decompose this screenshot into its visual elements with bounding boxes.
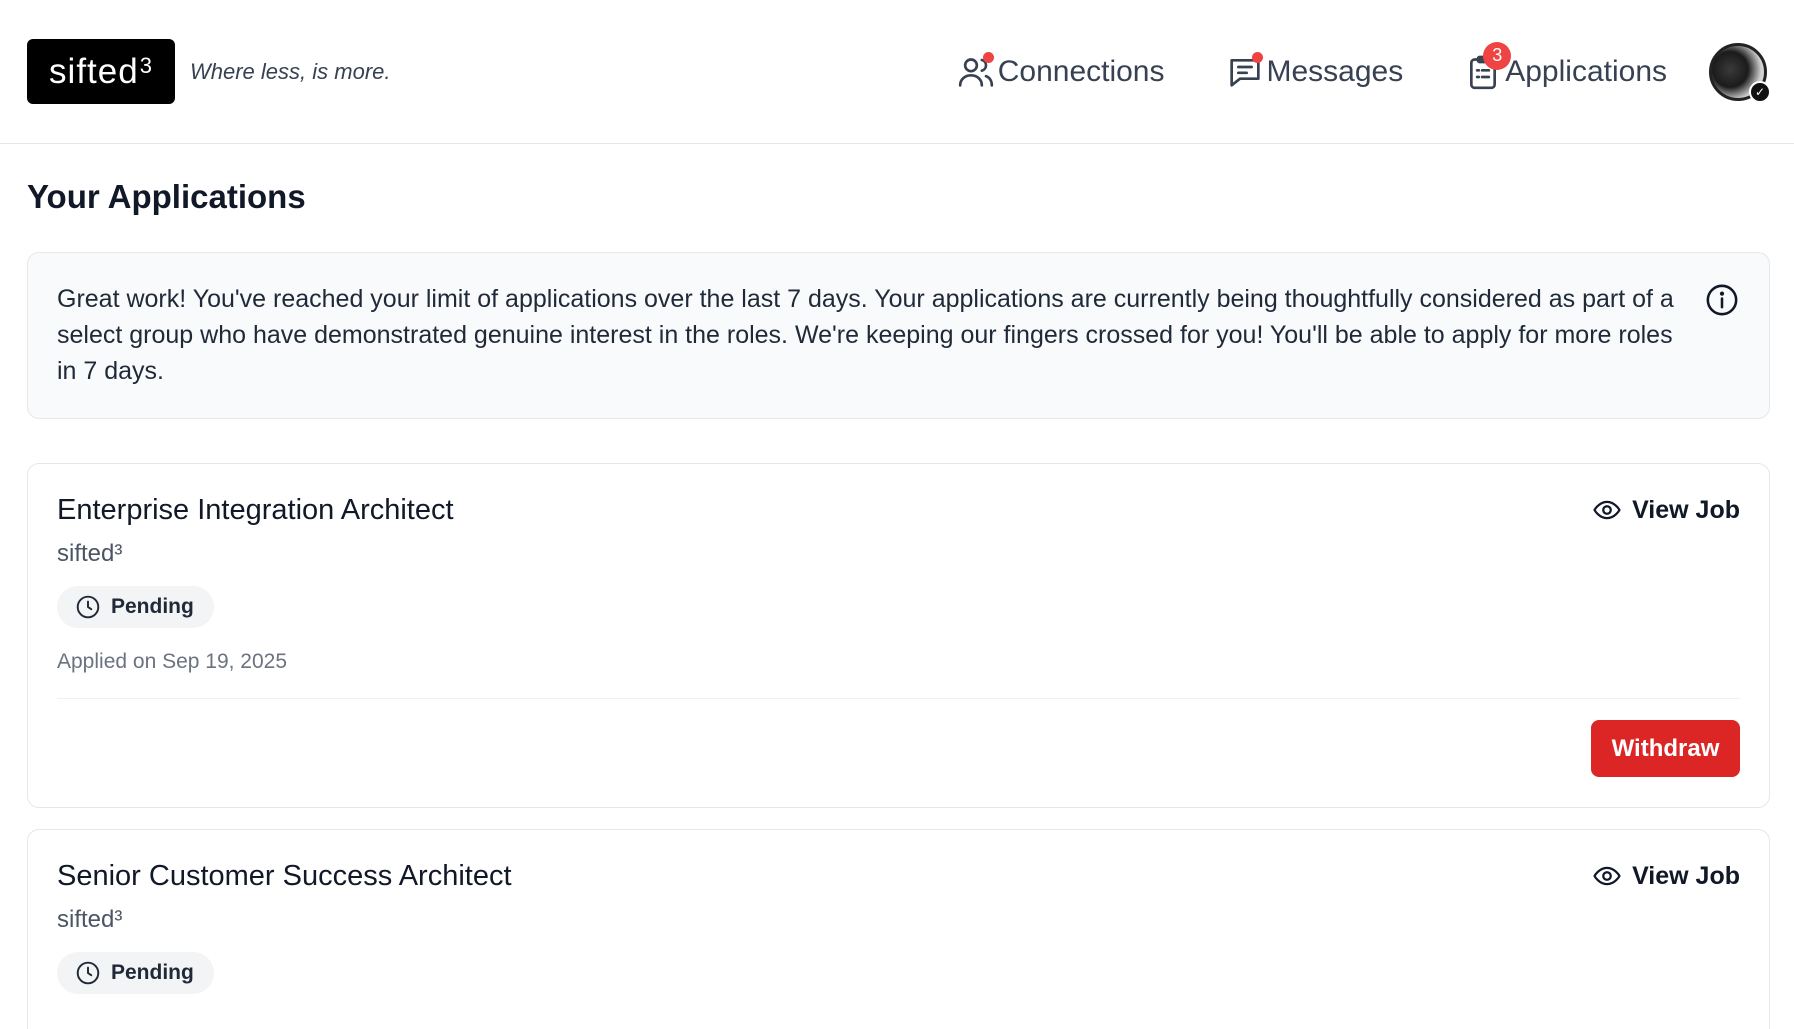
clock-icon	[76, 595, 100, 619]
company-name: sifted³	[57, 906, 123, 933]
nav-label: Connections	[997, 54, 1165, 88]
top-header: sifted 3 Where less, is more. Connections	[0, 0, 1794, 144]
users-icon	[956, 51, 996, 92]
status-badge: Pending	[57, 952, 214, 994]
applied-date: Applied on Sep 19, 2025	[57, 650, 288, 673]
view-job-button[interactable]: View Job	[1592, 861, 1740, 891]
page-title: Your Applications	[27, 178, 306, 215]
company-name: sifted³	[57, 540, 123, 567]
message-icon	[1225, 51, 1265, 92]
eye-icon	[1593, 866, 1621, 886]
card-divider	[57, 698, 1740, 699]
notice-text: Great work! You've reached your limit of…	[57, 285, 1674, 385]
view-job-label: View Job	[1632, 861, 1740, 890]
main-nav: Connections Messages 3 Applications ✓	[956, 0, 1771, 143]
clock-icon	[76, 961, 100, 985]
withdraw-button[interactable]: Withdraw	[1591, 720, 1740, 777]
view-job-button[interactable]: View Job	[1592, 495, 1740, 525]
limit-notice: Great work! You've reached your limit of…	[27, 252, 1770, 419]
logo[interactable]: sifted 3	[27, 39, 175, 104]
nav-connections[interactable]: Connections	[956, 51, 1165, 92]
application-card: Senior Customer Success Architect sifted…	[27, 829, 1770, 1029]
clipboard-icon: 3	[1463, 41, 1512, 92]
nav-label: Messages	[1266, 54, 1404, 88]
status-label: Pending	[111, 595, 194, 618]
nav-applications[interactable]: 3 Applications	[1463, 41, 1667, 92]
applications-count-badge: 3	[1483, 41, 1512, 70]
logo-superscript: 3	[139, 52, 153, 78]
job-title: Enterprise Integration Architect	[57, 494, 454, 526]
info-icon[interactable]	[1705, 283, 1739, 317]
status-badge: Pending	[57, 586, 214, 628]
verified-check-icon: ✓	[1749, 80, 1771, 103]
notification-dot	[982, 51, 994, 63]
job-title: Senior Customer Success Architect	[57, 860, 512, 892]
eye-icon	[1593, 500, 1621, 520]
nav-messages[interactable]: Messages	[1225, 51, 1404, 92]
nav-label: Applications	[1505, 54, 1667, 88]
view-job-label: View Job	[1632, 495, 1740, 524]
application-card: Enterprise Integration Architect sifted³…	[27, 463, 1770, 808]
notification-dot	[1251, 51, 1263, 63]
user-avatar-button[interactable]: ✓	[1709, 42, 1771, 103]
logo-text: sifted	[49, 51, 139, 91]
tagline: Where less, is more.	[190, 58, 391, 84]
status-label: Pending	[111, 961, 194, 984]
